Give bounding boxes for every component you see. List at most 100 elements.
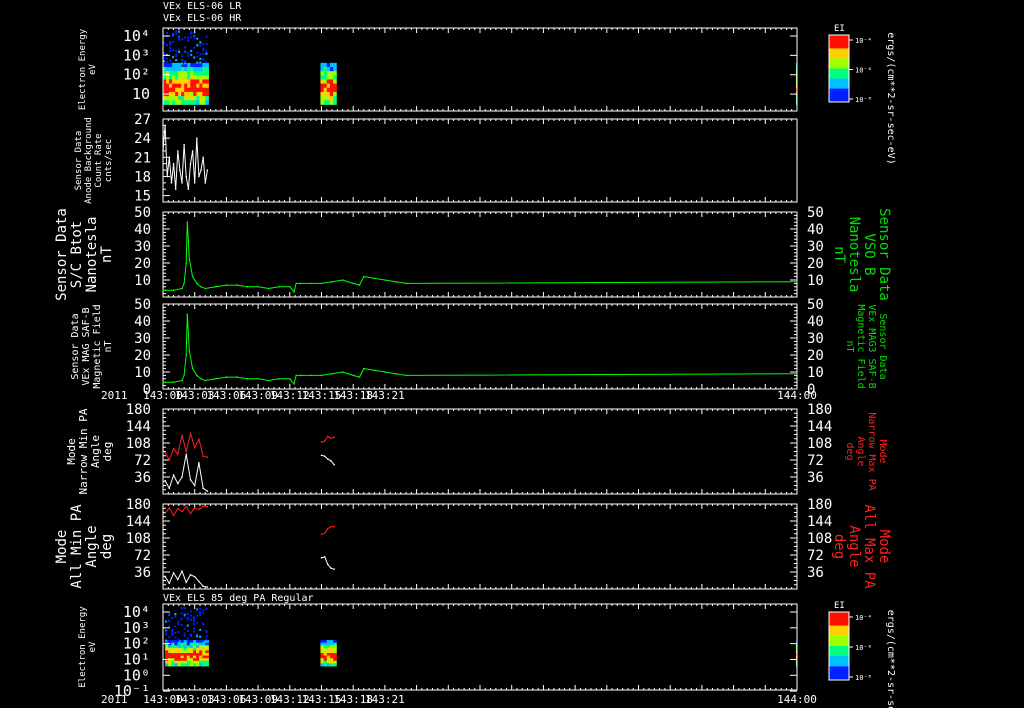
data-point	[204, 287, 207, 290]
ylabel-line: nT	[844, 340, 855, 352]
data-point	[204, 379, 207, 382]
time-axis-labels-middle: 143:00143:03143:06143:09143:12143:15143:…	[101, 389, 817, 402]
spectrogram-cell	[190, 62, 194, 68]
spectrogram-cell	[326, 83, 331, 89]
data-point	[362, 275, 365, 278]
spectrogram-cell	[333, 663, 337, 667]
electron-energy-spectrogram-85deg-image	[165, 607, 798, 667]
spectrogram-cell	[184, 67, 188, 72]
spectrogram-cell	[178, 87, 182, 93]
spectrogram-cell	[199, 91, 203, 97]
series-line	[164, 505, 208, 517]
spectrogram-cell	[175, 32, 178, 35]
electron-energy-spectrogram-top-ylabel: Electron Energy eV	[78, 28, 98, 110]
y-tick-label: 24	[134, 131, 151, 147]
series-line	[164, 454, 208, 492]
spectrogram-cell	[329, 75, 334, 80]
spectrogram-cell	[184, 60, 187, 63]
spectrogram-cell	[202, 91, 206, 97]
time-tick-label: 143:21	[365, 693, 405, 706]
spectrogram-cell	[205, 607, 208, 610]
spectrogram-cell	[190, 53, 193, 56]
data-point	[181, 379, 183, 382]
spectrogram-cell	[326, 75, 331, 80]
data-point	[172, 381, 175, 384]
data-point	[330, 525, 332, 528]
data-point	[327, 563, 329, 566]
sensor-data-anode-background-time-ticks	[162, 119, 798, 202]
spectrogram-cell	[320, 83, 325, 89]
data-point	[196, 374, 198, 377]
spectrogram-cell	[166, 31, 169, 34]
spectrogram-cell	[181, 83, 185, 89]
data-point	[181, 434, 183, 437]
data-point	[193, 484, 196, 487]
spectrogram-cell	[193, 46, 196, 49]
spectrogram-cell	[320, 91, 325, 97]
spectrogram-cell	[169, 59, 172, 62]
data-point	[183, 374, 185, 377]
spectrogram-cell	[199, 635, 202, 638]
data-point	[162, 150, 164, 152]
mode-all-pa-time-ticks	[162, 504, 798, 589]
spectrogram-cell	[183, 607, 186, 610]
spectrogram-cell	[166, 83, 170, 89]
spectrogram-cell	[202, 52, 205, 55]
spectrogram-cell	[326, 71, 331, 76]
spectrogram-cell	[202, 62, 206, 68]
data-point	[176, 453, 179, 456]
spectrogram-cell	[196, 44, 199, 47]
data-point	[193, 506, 196, 509]
spectrogram-cell	[174, 615, 177, 618]
y-tick-label: 72	[807, 548, 824, 564]
spectrogram-cell	[202, 58, 205, 61]
spectrogram-cell	[172, 67, 176, 72]
mode-all-pa-ylabel-right: ModeAll Max PAAngledeg	[831, 504, 892, 589]
y-tick-label: 20	[134, 256, 151, 272]
mode-all-pa-ylabel: Mode All Min PA Angle deg	[54, 504, 115, 589]
series-line	[321, 454, 335, 466]
y-tick-label: 72	[134, 453, 151, 469]
spectrogram-cell	[333, 96, 337, 101]
spectrogram-cell	[186, 637, 189, 640]
ylabel-line: Electron Energy	[78, 606, 88, 688]
y-tick-label: 21	[134, 150, 151, 166]
data-point	[196, 282, 198, 285]
spectrogram-cell	[196, 96, 200, 101]
year-label: 2011	[101, 693, 128, 706]
data-point	[206, 586, 209, 588]
spectrogram-cell	[190, 49, 193, 52]
spectrogram-cell	[181, 38, 184, 41]
data-point	[185, 450, 188, 453]
spectrogram-cell	[329, 96, 334, 101]
year-label: 2011	[101, 389, 128, 402]
spectrogram-cell	[169, 67, 173, 72]
ylabel-line: deg	[844, 442, 855, 460]
spectrogram-cell	[190, 83, 194, 89]
spectrogram-cell	[165, 630, 168, 633]
data-point	[181, 510, 183, 513]
spectrogram-cell	[196, 621, 199, 624]
data-point	[362, 367, 365, 370]
spectrogram-cell	[181, 58, 184, 61]
sensor-data-vex-mag-saf-b-series	[162, 313, 798, 385]
spectrogram-cell	[323, 67, 328, 72]
data-point	[176, 578, 179, 581]
spectrogram-cell	[205, 83, 209, 89]
spectrogram-cell	[171, 630, 174, 633]
spectrogram-cell	[183, 615, 186, 618]
time-tick-label: 144:00	[777, 389, 817, 402]
spectrogram-cell	[199, 53, 202, 56]
spectrogram-cell	[323, 100, 328, 105]
data-point	[200, 378, 202, 380]
spectrogram-cell	[199, 41, 202, 44]
sensor-data-vex-mag-saf-b-ylabel: Sensor Data VEx MAG SAF-B Magnetic Field nT	[70, 304, 114, 388]
y-tick-label: 144	[126, 419, 151, 435]
data-point	[246, 378, 249, 380]
data-point	[198, 438, 200, 441]
spectrogram-cell	[172, 40, 175, 43]
sensor-data-sc-btot-frame	[162, 211, 798, 298]
data-point	[278, 286, 281, 288]
sensor-data-vex-mag-saf-b-frame	[162, 303, 798, 390]
ylabel-line: Count Rate	[94, 133, 104, 187]
